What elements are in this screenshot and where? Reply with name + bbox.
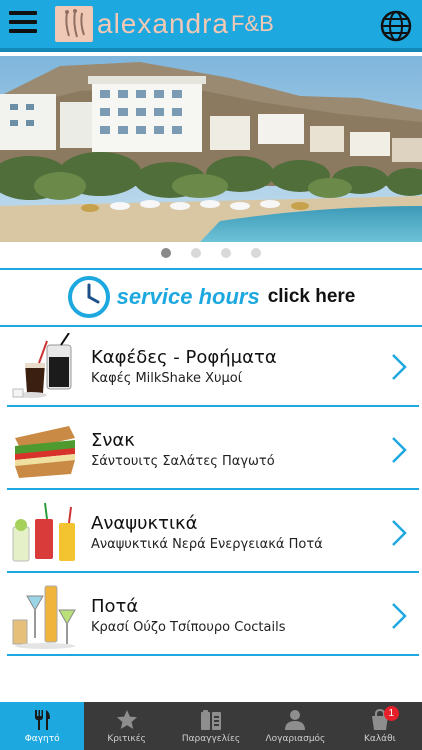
clock-icon <box>67 276 110 318</box>
tab-account[interactable]: Λογαριασμός <box>253 702 337 750</box>
menu-item-snacks[interactable]: Σνακ Σάντουιτς Σαλάτες Παγωτό <box>7 410 419 490</box>
fork-knife-icon <box>35 710 51 730</box>
menu-item-title: Αναψυκτικά <box>91 513 198 534</box>
service-hours-button[interactable]: service hours click here <box>0 270 422 324</box>
logo-suffix: F&B <box>230 11 274 36</box>
tab-orders[interactable]: Παραγγελίες <box>169 702 253 750</box>
carousel-indicators <box>0 248 422 262</box>
orders-icon <box>201 710 222 730</box>
cart-count-badge: 1 <box>383 706 399 721</box>
menu-item-subtitle: Κρασί Ούζο Τσίπουρο Coctails <box>91 620 286 635</box>
hamburger-menu-icon[interactable] <box>9 11 37 35</box>
tab-label: Λογαριασμός <box>265 734 326 744</box>
menu-item-coffee[interactable]: Καφέδες - Ροφήματα Καφές MilkShake Χυμοί <box>7 327 419 407</box>
menu-item-subtitle: Αναψυκτικά Νερά Ενεργειακά Ποτά <box>91 537 323 552</box>
app-header: alexandra F&B <box>0 0 422 52</box>
carousel-dot-2[interactable] <box>191 248 201 258</box>
click-here-label: click here <box>267 286 356 307</box>
user-icon <box>285 710 306 730</box>
chevron-right-icon <box>392 437 407 463</box>
language-globe-icon[interactable] <box>380 10 412 42</box>
chevron-right-icon <box>392 354 407 380</box>
carousel-dot-4[interactable] <box>251 248 261 258</box>
tab-label: Παραγγελίες <box>181 734 241 744</box>
tab-food[interactable]: Φαγητό <box>0 702 85 750</box>
menu-item-drinks[interactable]: Ποτά Κρασί Ούζο Τσίπουρο Coctails <box>7 576 419 656</box>
menu-item-subtitle: Καφές MilkShake Χυμοί <box>91 371 243 386</box>
cocktails-icon <box>12 585 76 649</box>
logo-emblem-icon <box>55 6 93 42</box>
soft-drinks-icon <box>12 502 75 562</box>
chevron-right-icon <box>392 520 407 546</box>
chevron-right-icon <box>392 603 407 629</box>
menu-item-soft-drinks[interactable]: Αναψυκτικά Αναψυκτικά Νερά Ενεργειακά Πο… <box>7 493 419 573</box>
star-icon <box>116 710 137 729</box>
menu-item-title: Καφέδες - Ροφήματα <box>91 347 277 368</box>
service-hours-label: service hours <box>116 284 260 309</box>
brand-logo: alexandra F&B <box>55 6 274 42</box>
sandwich-icon <box>15 426 75 478</box>
tab-label: Φαγητό <box>24 734 60 744</box>
coffee-drinks-icon <box>12 333 72 398</box>
tab-label: Καλάθι <box>364 734 396 744</box>
menu-item-title: Σνακ <box>91 430 135 451</box>
tab-cart[interactable]: 1 Καλάθι <box>338 702 422 750</box>
menu-item-subtitle: Σάντουιτς Σαλάτες Παγωτό <box>91 454 275 469</box>
carousel-dot-1[interactable] <box>161 248 171 258</box>
hero-banner-image[interactable] <box>0 56 422 242</box>
bottom-navigation: Φαγητό Κριτικές Παραγγελίες Λογαριασμός … <box>0 702 422 750</box>
menu-item-title: Ποτά <box>91 596 139 617</box>
logo-text: alexandra <box>97 8 229 39</box>
tab-label: Κριτικές <box>107 734 146 744</box>
tab-reviews[interactable]: Κριτικές <box>84 702 168 750</box>
carousel-dot-3[interactable] <box>221 248 231 258</box>
